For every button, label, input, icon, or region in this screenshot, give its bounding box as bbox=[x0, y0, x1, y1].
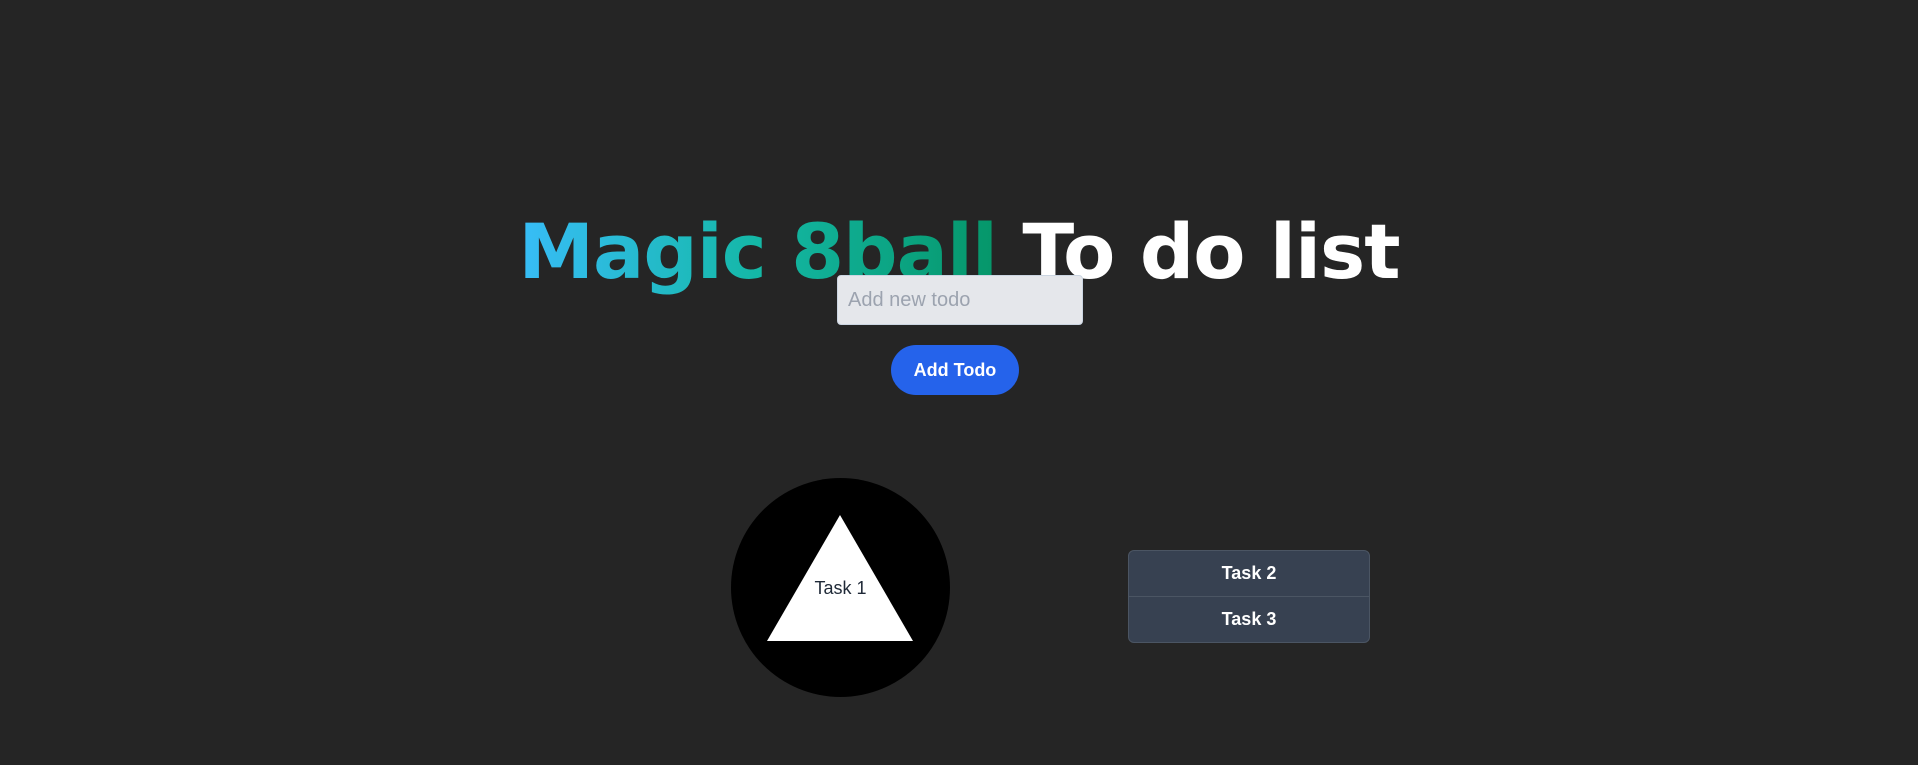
task-item[interactable]: Task 2 bbox=[1129, 551, 1369, 596]
task-list: Task 2 Task 3 bbox=[1128, 550, 1370, 643]
task-item[interactable]: Task 3 bbox=[1129, 596, 1369, 642]
new-todo-input[interactable] bbox=[837, 275, 1083, 325]
magic-8ball: Task 1 bbox=[731, 478, 950, 697]
eightball-answer: Task 1 bbox=[814, 578, 867, 598]
add-todo-button[interactable]: Add Todo bbox=[891, 345, 1019, 395]
